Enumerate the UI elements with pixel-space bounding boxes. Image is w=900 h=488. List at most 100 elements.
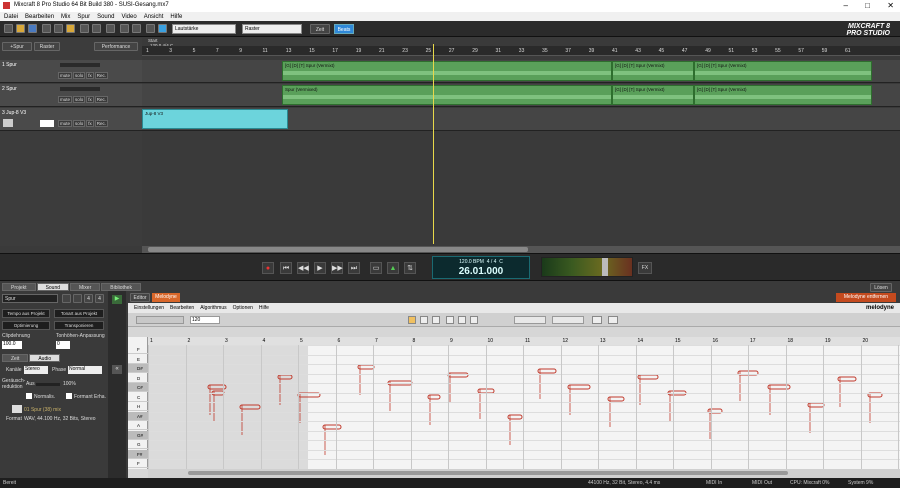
remove-melodyne-button[interactable]: Melodyne entfernen (836, 293, 896, 302)
pitch-tool-icon[interactable] (420, 316, 428, 324)
hand-icon[interactable] (458, 316, 466, 324)
pitch-field[interactable] (136, 316, 184, 324)
tab-mixer[interactable]: Mixer (70, 283, 101, 291)
tab-project[interactable]: Projekt (2, 283, 36, 291)
menu-help[interactable]: Hilfe (170, 14, 182, 20)
mute-button[interactable]: mute (58, 120, 73, 127)
power-icon[interactable]: ▶ (112, 295, 122, 304)
forward-end-icon[interactable]: ⏭ (348, 262, 360, 274)
ruler[interactable]: 1 3 5 7 9 11 13 15 17 19 21 23 25 27 29 31 33 35 37 39 41 43 4… (142, 46, 900, 56)
menu-track[interactable]: Spur (77, 14, 90, 20)
collapse-icon[interactable]: « (112, 365, 122, 374)
delete-icon[interactable] (106, 24, 115, 33)
menu-edit[interactable]: Bearbeiten (25, 14, 54, 20)
solo-button[interactable]: solo (73, 72, 86, 79)
playhead[interactable] (433, 44, 434, 244)
solo-button[interactable]: solo (73, 96, 86, 103)
mute-button[interactable]: mute (58, 96, 73, 103)
melodyne-plugin-button[interactable]: Melodyne (152, 293, 180, 302)
fx-button[interactable]: fx (86, 96, 94, 103)
note-grid[interactable] (148, 345, 900, 469)
mel-scroll-thumb[interactable] (188, 471, 788, 475)
piano-key[interactable]: F (128, 459, 148, 468)
pointer-icon[interactable] (446, 316, 454, 324)
zoom-in-icon[interactable] (120, 24, 129, 33)
folder-icon[interactable] (12, 405, 22, 413)
piano-key[interactable]: G# (128, 430, 148, 440)
tab-sound[interactable]: Sound (36, 283, 70, 291)
time-signature[interactable]: 4 / 4 (487, 259, 497, 265)
noise-slider[interactable] (36, 383, 60, 386)
track-name[interactable]: 2 Spur (2, 86, 17, 92)
play-icon[interactable]: ▶ (314, 262, 326, 274)
track-name-field[interactable]: Spur (2, 294, 58, 303)
track-name[interactable]: 3 Jup-8 V3 (2, 110, 26, 116)
fast-forward-icon[interactable]: ▶▶ (331, 262, 343, 274)
mel-menu-edit[interactable]: Bearbeiten (170, 305, 194, 311)
volume-slider[interactable] (60, 87, 100, 91)
mel-menu-algorithm[interactable]: Algorithmus (200, 305, 226, 311)
track-1-lane[interactable]: [G] [D] [T] Spur (Vermixt) [G] [D] [T] S… (142, 60, 900, 83)
key-from-project-button[interactable]: Tonart aus Projekt (54, 309, 104, 318)
audio-clip[interactable]: [G] [D] [T] Spur (Vermixt) (282, 61, 612, 81)
new-icon[interactable] (4, 24, 13, 33)
marker-icon[interactable] (146, 24, 155, 33)
mel-menu-settings[interactable]: Einstellungen (134, 305, 164, 311)
piano-key[interactable]: H (128, 402, 148, 411)
copy-icon[interactable] (54, 24, 63, 33)
scale-icon[interactable] (592, 316, 602, 324)
audio-clip[interactable]: [G] [D] [T] Spur (Vermixt) (694, 61, 872, 81)
minimize-icon[interactable]: – (844, 1, 848, 10)
menu-mix[interactable]: Mix (61, 14, 70, 20)
redo-icon[interactable] (92, 24, 101, 33)
volume-slider[interactable] (60, 63, 100, 67)
tab-library[interactable]: Bibliothek (101, 283, 141, 291)
master-volume-handle[interactable] (602, 258, 608, 276)
rec-button[interactable]: Rec. (94, 72, 109, 79)
audio-clip[interactable]: [G] [D] [T] Spur (Vermixt) (694, 85, 872, 105)
mel-menu-options[interactable]: Optionen (233, 305, 253, 311)
fx-button[interactable]: fx (86, 120, 94, 127)
add-track-button[interactable]: +Spur (2, 42, 32, 51)
tempo-from-project-button[interactable]: Tempo aus Projekt (2, 309, 50, 318)
volume-combo[interactable]: Lautstärke (172, 24, 236, 34)
track-2-header[interactable]: 2 Spur mute solo fx Rec. (0, 84, 142, 107)
rec-button[interactable]: Rec. (94, 120, 109, 127)
time-mode-button[interactable]: Zeit (310, 24, 330, 34)
magnifier-icon[interactable] (470, 316, 478, 324)
timing-tool-icon[interactable] (432, 316, 440, 324)
position-readout[interactable]: 26.01.000 (433, 266, 529, 277)
rec-button[interactable]: Rec. (94, 96, 109, 103)
value-field-2[interactable] (552, 316, 584, 324)
bpm-readout[interactable]: 120.0 BPM (459, 259, 484, 265)
cut-icon[interactable] (42, 24, 51, 33)
zoom-field[interactable]: 120 (190, 316, 220, 324)
tuning-icon[interactable] (608, 316, 618, 324)
snap-combo[interactable]: Raster (242, 24, 302, 34)
mute-button[interactable]: mute (58, 72, 73, 79)
piano-key[interactable]: D (128, 374, 148, 383)
value-field-1[interactable] (514, 316, 546, 324)
pitch-value[interactable]: 0 (56, 341, 70, 349)
metronome-icon[interactable]: ▲ (387, 262, 399, 274)
tab-time[interactable]: Zeit (2, 354, 29, 362)
rewind-start-icon[interactable]: ⏮ (280, 262, 292, 274)
scrollbar-thumb[interactable] (148, 247, 528, 252)
melodyne-scrollbar[interactable] (148, 469, 900, 478)
timeline-scrollbar[interactable] (142, 246, 900, 253)
menu-view[interactable]: Ansicht (144, 14, 164, 20)
transpose-button[interactable]: Transponieren (54, 321, 104, 330)
fx-button[interactable]: fx (86, 72, 94, 79)
midi-clip[interactable]: Jup-8 V3 (142, 109, 288, 129)
zoom-out-icon[interactable] (132, 24, 141, 33)
normalize-checkbox[interactable] (26, 393, 32, 399)
piano-key[interactable]: C (128, 393, 148, 402)
stretch-value[interactable]: 100.0 (2, 341, 22, 349)
track-2-lane[interactable]: Spur (Vermixed) [G] [D] [T] Spur (Vermix… (142, 84, 900, 107)
piano-key[interactable]: D# (128, 364, 148, 373)
melodyne-ruler[interactable]: 123456789101112131415161718192021 (148, 337, 900, 345)
optimize-button[interactable]: Optimierung (2, 321, 50, 330)
track-3-lane[interactable]: Jup-8 V3 (142, 108, 900, 131)
beats-mode-button[interactable]: Beats (334, 24, 354, 34)
rewind-icon[interactable]: ◀◀ (297, 262, 309, 274)
